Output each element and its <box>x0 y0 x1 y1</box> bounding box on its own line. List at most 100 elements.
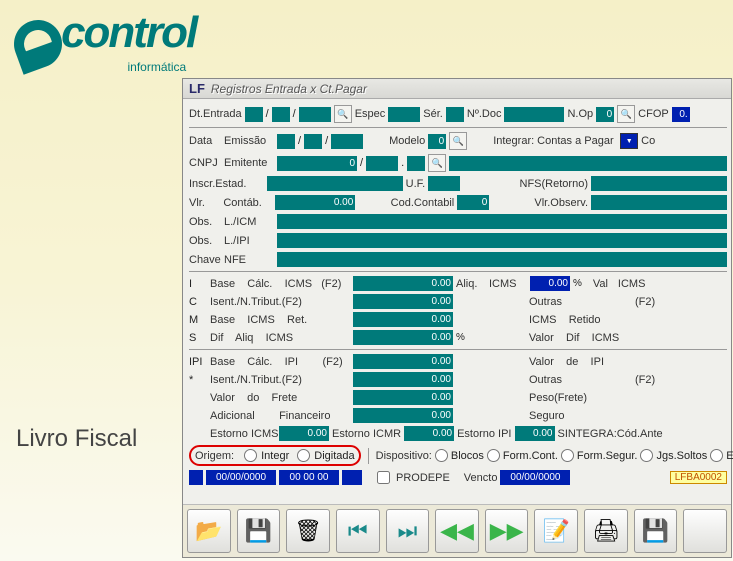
disp-formsegur-radio[interactable] <box>561 449 574 462</box>
disp-jgssoltos-radio[interactable] <box>640 449 653 462</box>
cnpj-main[interactable] <box>277 156 357 171</box>
tax-m-label: M <box>189 314 207 326</box>
isent-icms-input[interactable] <box>353 294 453 309</box>
title-bar: LF Registros Entrada x Ct.Pagar <box>183 79 731 99</box>
ndoc-input[interactable] <box>504 107 564 122</box>
estorno-ipi-input[interactable] <box>515 426 555 441</box>
next-record-button[interactable]: ▶▶ <box>485 509 529 553</box>
tax-ipi-label: IPI <box>189 356 207 368</box>
logo-icon <box>7 13 69 75</box>
cfop-label: CFOP <box>638 108 669 120</box>
brand-logo: control informática <box>14 8 196 74</box>
vlrobs-input[interactable] <box>591 195 727 210</box>
inscr-input[interactable] <box>267 176 403 191</box>
obs-ipi-input[interactable] <box>277 233 727 248</box>
nop-label: N.Op <box>567 108 593 120</box>
form-code: LFBA0002 <box>670 471 727 484</box>
prev-record-button[interactable]: ◀◀ <box>435 509 479 553</box>
obs-icm-input[interactable] <box>277 214 727 229</box>
cnpj-search-icon[interactable]: 🔍 <box>428 154 446 172</box>
base-icms-input[interactable] <box>353 276 453 291</box>
dif-aliq-input[interactable] <box>353 330 453 345</box>
base-ipi-input[interactable] <box>353 354 453 369</box>
date-search-icon[interactable]: 🔍 <box>334 105 352 123</box>
extra-button[interactable] <box>683 509 727 553</box>
dtentrada-label: Dt.Entrada <box>189 108 242 120</box>
aliq-icms-input[interactable] <box>530 276 570 291</box>
nop-input[interactable] <box>596 107 614 122</box>
dtentrada-m[interactable] <box>272 107 290 122</box>
obs2-label: Obs. <box>189 235 221 247</box>
nfs-input[interactable] <box>591 176 727 191</box>
app-window: LF Registros Entrada x Ct.Pagar Dt.Entra… <box>182 78 732 558</box>
inscr-label: Inscr.Estad. <box>189 178 264 190</box>
footer-time[interactable] <box>279 470 339 485</box>
nfe-label: NFE <box>224 254 274 266</box>
ndoc-label: Nº.Doc <box>467 108 502 120</box>
data-label: Data <box>189 135 221 147</box>
ser-input[interactable] <box>446 107 464 122</box>
notes-button[interactable]: 📝 <box>534 509 578 553</box>
page-title: Livro Fiscal <box>16 425 137 453</box>
contab-label: Contáb. <box>223 197 272 209</box>
footer-inp1[interactable] <box>189 470 203 485</box>
dispositivo-label: Dispositivo: <box>376 450 432 462</box>
cfop-input[interactable] <box>672 107 690 122</box>
disp-ec-radio[interactable] <box>710 449 723 462</box>
footer-date[interactable] <box>206 470 276 485</box>
footer-inp2[interactable] <box>342 470 362 485</box>
emissao-y[interactable] <box>331 134 363 149</box>
disp-formcont-radio[interactable] <box>487 449 500 462</box>
emissao-m[interactable] <box>304 134 322 149</box>
integrar-label: Integrar: <box>493 135 534 147</box>
bottom-toolbar: 📂 💾 🗑 ⏮ ⏭ ◀◀ ▶▶ 📝 🖨 💾 <box>183 504 731 557</box>
codcontab-input[interactable] <box>457 195 489 210</box>
prodepe-checkbox[interactable] <box>377 471 390 484</box>
codcontab-label: Cod.Contabil <box>391 197 455 209</box>
chave-label: Chave <box>189 254 221 266</box>
isent-ipi-input[interactable] <box>353 372 453 387</box>
uf-input[interactable] <box>428 176 460 191</box>
origem-highlight: Origem: Integr Digitada <box>189 445 361 466</box>
cnpj-name[interactable] <box>449 156 727 171</box>
nop-search-icon[interactable]: 🔍 <box>617 105 635 123</box>
uf-label: U.F. <box>406 178 426 190</box>
obs1-sub: L./ICM <box>224 216 274 228</box>
integrar-dropdown[interactable] <box>620 133 638 149</box>
disp-blocos-radio[interactable] <box>435 449 448 462</box>
base-icmsret-input[interactable] <box>353 312 453 327</box>
last-record-button[interactable]: ⏭ <box>386 509 430 553</box>
emissao-d[interactable] <box>277 134 295 149</box>
save-button[interactable]: 💾 <box>237 509 281 553</box>
modelo-input[interactable] <box>428 134 446 149</box>
obs1-label: Obs. <box>189 216 221 228</box>
chave-nfe-input[interactable] <box>277 252 727 267</box>
frete-input[interactable] <box>353 390 453 405</box>
adicional-input[interactable] <box>353 408 453 423</box>
estorno-icms-input[interactable] <box>279 426 329 441</box>
tax-s-label: S <box>189 332 207 344</box>
window-prefix: LF <box>189 81 205 96</box>
modelo-search-icon[interactable]: 🔍 <box>449 132 467 150</box>
first-record-button[interactable]: ⏮ <box>336 509 380 553</box>
estorno-icmr-input[interactable] <box>404 426 454 441</box>
brand-name: control <box>61 8 196 57</box>
co-label: Co <box>641 135 655 147</box>
vencto-date[interactable] <box>500 470 570 485</box>
origem-label: Origem: <box>195 450 234 462</box>
header-row: Dt.Entrada / / 🔍 Espec Sér. Nº.Doc N.Op … <box>189 105 727 123</box>
vlrcontab-input[interactable] <box>275 195 355 210</box>
cnpj-dv[interactable] <box>407 156 425 171</box>
open-button[interactable]: 📂 <box>187 509 231 553</box>
origem-digitada-radio[interactable] <box>297 449 310 462</box>
origem-integr-radio[interactable] <box>244 449 257 462</box>
dtentrada-y[interactable] <box>299 107 331 122</box>
espec-input[interactable] <box>388 107 420 122</box>
save-alt-button[interactable]: 💾 <box>634 509 678 553</box>
emissao-label: Emissão <box>224 135 274 147</box>
vlr-label: Vlr. <box>189 197 220 209</box>
cnpj-branch[interactable] <box>366 156 398 171</box>
print-button[interactable]: 🖨 <box>584 509 628 553</box>
dtentrada-d[interactable] <box>245 107 263 122</box>
delete-button[interactable]: 🗑 <box>286 509 330 553</box>
